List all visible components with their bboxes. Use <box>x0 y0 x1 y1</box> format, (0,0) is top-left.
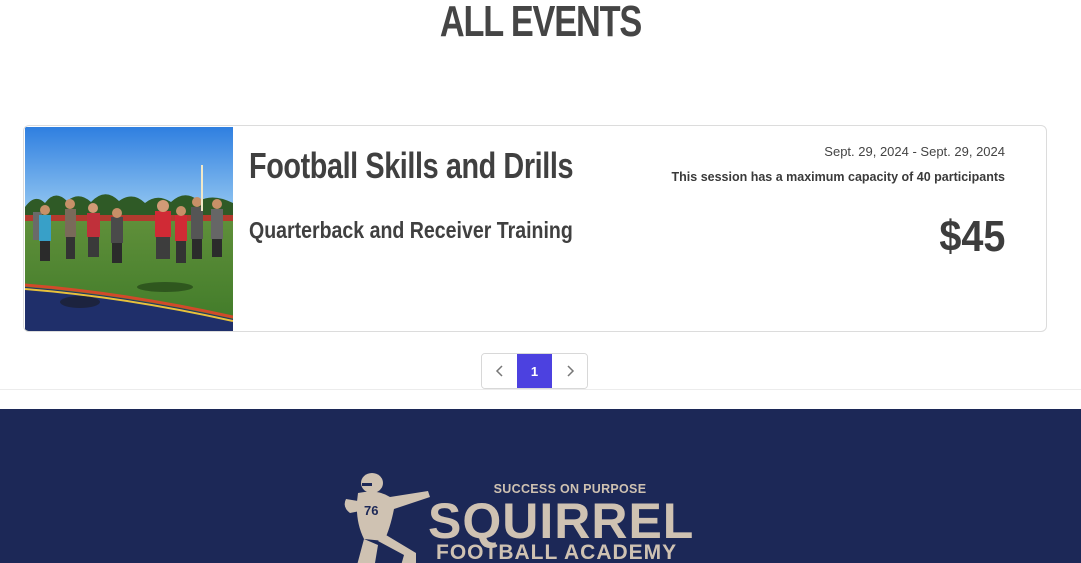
logo-name: SQUIRREL <box>428 493 695 549</box>
chevron-right-icon <box>566 365 574 377</box>
event-capacity: This session has a maximum capacity of 4… <box>671 170 1005 184</box>
event-photo <box>25 127 233 331</box>
event-subtitle: Quarterback and Receiver Training <box>249 217 573 243</box>
event-price: $45 <box>938 212 1005 261</box>
section-divider <box>0 389 1081 390</box>
page-title: ALL EVENTS <box>439 0 642 46</box>
football-player-icon: 76 <box>344 473 430 563</box>
event-image[interactable] <box>25 127 233 331</box>
event-card[interactable]: Football Skills and Drills Quarterback a… <box>23 125 1047 332</box>
page-1-button[interactable]: 1 <box>517 354 552 388</box>
logo-subtitle: FOOTBALL ACADEMY <box>436 541 678 563</box>
footer: 76 SUCCESS ON PURPOSE SQUIRREL FOOTBALL … <box>0 409 1081 563</box>
prev-page-button[interactable] <box>482 354 517 388</box>
chevron-left-icon <box>495 365 503 377</box>
event-title[interactable]: Football Skills and Drills <box>249 146 573 186</box>
svg-text:76: 76 <box>364 503 378 518</box>
event-dates: Sept. 29, 2024 - Sept. 29, 2024 <box>824 144 1005 159</box>
next-page-button[interactable] <box>552 354 587 388</box>
pagination: 1 <box>481 353 588 389</box>
academy-logo[interactable]: 76 SUCCESS ON PURPOSE SQUIRREL FOOTBALL … <box>340 469 740 563</box>
